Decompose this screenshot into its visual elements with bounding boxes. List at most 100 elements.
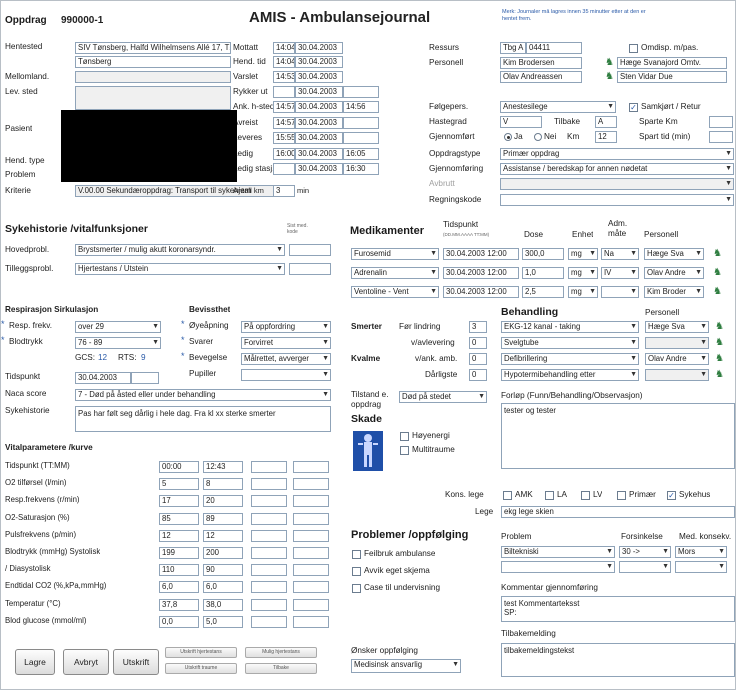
personell-2-field[interactable]: Olav Andreassen bbox=[500, 71, 582, 83]
forsinkelse-select-2[interactable]: ▼ bbox=[619, 561, 671, 573]
utskrift-button[interactable]: Utskrift bbox=[113, 649, 159, 675]
behandling-personell-select[interactable]: ▼ bbox=[645, 369, 709, 381]
leveres-date[interactable]: 30.04.2003 bbox=[295, 132, 343, 144]
ressurs-field[interactable]: Tbg A bbox=[500, 42, 526, 54]
med-adm-select[interactable]: IV ▼ bbox=[601, 267, 639, 279]
blodtrykk-select[interactable]: 76 - 89 ▼ bbox=[75, 337, 161, 349]
omdisp-checkbox[interactable] bbox=[629, 44, 638, 53]
utskrift-hjertestans-button[interactable]: Utskrift hjertestans bbox=[165, 647, 237, 658]
ja-radio[interactable] bbox=[504, 133, 512, 141]
vital-value-2[interactable]: 8 bbox=[203, 478, 243, 491]
leveres-extra[interactable] bbox=[343, 132, 379, 144]
behandling-select[interactable]: Hypotermibehandling etter ▼ bbox=[501, 369, 639, 381]
vital-value-4[interactable] bbox=[293, 461, 329, 473]
problem-select-2[interactable]: ▼ bbox=[501, 561, 615, 573]
vital-value-4[interactable] bbox=[293, 495, 329, 508]
tilbakemelding-textarea[interactable]: tilbakemeldingstekst bbox=[501, 643, 735, 677]
vital-value-1[interactable]: 6,0 bbox=[159, 581, 199, 594]
la-checkbox[interactable] bbox=[545, 491, 554, 500]
avbryt-button[interactable]: Avbryt bbox=[63, 649, 109, 675]
vital-value-3[interactable] bbox=[251, 529, 287, 542]
hentested-city-field[interactable]: Tønsberg bbox=[75, 56, 231, 68]
onsker-select[interactable]: Medisinsk ansvarlig ▼ bbox=[351, 659, 461, 673]
vital-value-2[interactable]: 38,0 bbox=[203, 598, 243, 611]
tidspunkt-field[interactable]: 30.04.2003 bbox=[75, 372, 131, 384]
vital-value-2[interactable]: 6,0 bbox=[203, 581, 243, 594]
vital-value-3[interactable] bbox=[251, 495, 287, 508]
med-dose-field[interactable]: 300,0 bbox=[522, 248, 564, 260]
ank-hsted-time2[interactable]: 14:56 bbox=[343, 101, 379, 113]
vital-value-4[interactable] bbox=[293, 598, 329, 611]
tilbake-field[interactable]: A bbox=[595, 116, 617, 128]
nei-radio[interactable] bbox=[534, 133, 542, 141]
tilleggsprobl-select[interactable]: Hjertestans / Utstein ▼ bbox=[75, 263, 285, 275]
antall-km-field[interactable]: 3 bbox=[273, 185, 295, 197]
personell-3-field[interactable]: Hæge Svanajord Omtv. bbox=[617, 57, 727, 69]
vital-value-1[interactable]: 199 bbox=[159, 547, 199, 559]
vital-value-4[interactable] bbox=[293, 615, 329, 628]
avvik-checkbox[interactable] bbox=[352, 567, 361, 576]
person-lookup-icon[interactable]: ♞ bbox=[605, 72, 616, 83]
ledig-time[interactable]: 16:00 bbox=[273, 148, 295, 160]
ank-hsted-time[interactable]: 14:57 bbox=[273, 101, 295, 113]
person-lookup-icon[interactable]: ♞ bbox=[715, 338, 726, 349]
lege-field[interactable]: ekg lege skien bbox=[501, 506, 735, 518]
svarer-select[interactable]: Forvirret ▼ bbox=[241, 337, 331, 349]
body-figure-icon[interactable] bbox=[353, 431, 383, 471]
mottatt-date[interactable]: 30.04.2003 bbox=[295, 42, 343, 54]
vital-value-3[interactable] bbox=[251, 581, 287, 594]
hentested-field[interactable]: SIV Tønsberg, Halfd Wilhelmsens Allé 17,… bbox=[75, 42, 231, 54]
vital-value-4[interactable] bbox=[293, 564, 329, 577]
med-personell-select[interactable]: Hæge Sva ▼ bbox=[644, 248, 704, 260]
vital-value-2[interactable]: 90 bbox=[203, 564, 243, 577]
med-dose-field[interactable]: 2,5 bbox=[522, 286, 564, 298]
vital-value-3[interactable] bbox=[251, 478, 287, 491]
med-time-field[interactable]: 30.04.2003 12:00 bbox=[443, 248, 519, 260]
med-personell-select[interactable]: Kim Broder ▼ bbox=[644, 286, 704, 298]
avreist-time[interactable]: 14:57 bbox=[273, 117, 295, 129]
med-dose-field[interactable]: 1,0 bbox=[522, 267, 564, 279]
mulig-hjertestans-button[interactable]: Mulig hjertestans bbox=[245, 647, 317, 658]
med-enhet-select[interactable]: mg ▼ bbox=[568, 248, 598, 260]
v-ank-amb-field[interactable]: 0 bbox=[469, 353, 487, 365]
multitraume-checkbox[interactable] bbox=[400, 446, 409, 455]
avreist-date[interactable]: 30.04.2003 bbox=[295, 117, 343, 129]
person-lookup-icon[interactable]: ♞ bbox=[715, 354, 726, 365]
oppdragstype-select[interactable]: Primær oppdrag ▼ bbox=[500, 148, 734, 160]
vital-value-2[interactable]: 200 bbox=[203, 547, 243, 559]
pupiller-select[interactable]: ▼ bbox=[241, 369, 331, 381]
lev-sted-field[interactable] bbox=[75, 86, 231, 110]
med-konsekv-select-2[interactable]: ▼ bbox=[675, 561, 727, 573]
ressurs-code-field[interactable]: 04411 bbox=[526, 42, 582, 54]
med-time-field[interactable]: 30.04.2003 12:00 bbox=[443, 267, 519, 279]
vital-value-1[interactable]: 85 bbox=[159, 512, 199, 525]
tilstand-select[interactable]: Død på stedet ▼ bbox=[399, 391, 487, 403]
behandling-personell-select[interactable]: ▼ bbox=[645, 337, 709, 349]
vital-value-1[interactable]: 5 bbox=[159, 478, 199, 491]
vital-value-3[interactable] bbox=[251, 547, 287, 559]
vital-value-1[interactable]: 12 bbox=[159, 529, 199, 542]
utskrift-traume-button[interactable]: Utskrift traume bbox=[165, 663, 237, 674]
lv-checkbox[interactable] bbox=[581, 491, 590, 500]
samkjort-checkbox[interactable]: ✓ bbox=[629, 103, 638, 112]
case-checkbox[interactable] bbox=[352, 584, 361, 593]
hoyenergi-checkbox[interactable] bbox=[400, 432, 409, 441]
hend-tid-date[interactable]: 30.04.2003 bbox=[295, 56, 343, 68]
vital-value-3[interactable] bbox=[251, 615, 287, 628]
primar-checkbox[interactable] bbox=[617, 491, 626, 500]
km-field[interactable]: 12 bbox=[595, 131, 617, 143]
mellomland-field[interactable] bbox=[75, 71, 231, 83]
vital-value-2[interactable]: 12 bbox=[203, 529, 243, 542]
med-adm-select[interactable]: ▼ bbox=[601, 286, 639, 298]
varslet-date[interactable]: 30.04.2003 bbox=[295, 71, 343, 83]
vital-value-3[interactable] bbox=[251, 598, 287, 611]
med-konsekv-select[interactable]: Mors ▼ bbox=[675, 546, 727, 558]
regningskode-select[interactable]: ▼ bbox=[500, 194, 734, 206]
sparte-km-field[interactable] bbox=[709, 116, 733, 128]
vital-value-1[interactable]: 0,0 bbox=[159, 615, 199, 628]
hovedprobl-code[interactable] bbox=[289, 244, 331, 256]
varslet-time[interactable]: 14:53 bbox=[273, 71, 295, 83]
person-lookup-icon[interactable]: ♞ bbox=[713, 249, 724, 260]
ledig-time2[interactable]: 16:05 bbox=[343, 148, 379, 160]
person-lookup-icon[interactable]: ♞ bbox=[715, 322, 726, 333]
